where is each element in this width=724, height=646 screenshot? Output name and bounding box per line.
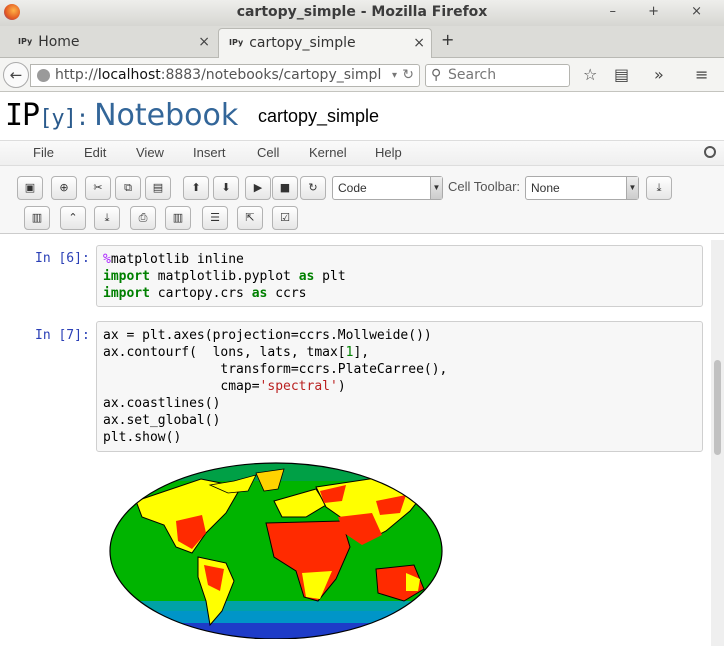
list-button[interactable]: ☰ [202,206,228,230]
code-cell[interactable]: %matplotlib inline import matplotlib.pyp… [96,245,703,307]
move-up-button[interactable]: ⬆ [183,176,209,200]
globe-icon [37,69,50,82]
menu-file[interactable]: File [33,145,54,160]
chart-button[interactable]: ▥ [24,206,50,230]
notebook-scrollbar[interactable] [711,240,724,646]
scrollbar-thumb[interactable] [714,360,721,455]
search-input[interactable]: ⚲ Search [425,64,570,87]
paste-button[interactable]: ▤ [145,176,171,200]
search-placeholder: Search [448,67,497,83]
menu-edit[interactable]: Edit [84,145,106,160]
reading-list-icon[interactable]: ▤ [614,65,629,84]
tab-label: cartopy_simple [249,35,356,51]
download-button[interactable]: ⤓ [646,176,672,200]
notebook-toolbar: ▣ ⊕ ✂ ⧉ ▤ ⬆ ⬇ ▶ ■ ↻ Code ▼ Cell Toolbar:… [0,166,724,234]
ipython-favicon: IPy [229,38,244,47]
logo-bracket: [y]: [39,106,89,131]
hamburger-menu-icon[interactable]: ≡ [695,65,708,84]
menu-insert[interactable]: Insert [193,145,226,160]
save-button[interactable]: ▣ [17,176,43,200]
window-titlebar: cartopy_simple - Mozilla Firefox – + × [0,0,724,26]
cut-button[interactable]: ✂ [85,176,111,200]
menu-cell[interactable]: Cell [257,145,279,160]
navigation-bar: ← http://localhost:8883/notebooks/cartop… [0,58,724,92]
insert-cell-button[interactable]: ⊕ [51,176,77,200]
notebook-menubar: File Edit View Insert Cell Kernel Help [0,140,724,166]
logo-ip: IP [5,98,40,133]
checkbox-button[interactable]: ☑ [272,206,298,230]
back-button[interactable]: ← [3,62,29,88]
new-tab-icon[interactable]: + [441,30,454,49]
reload-icon[interactable]: ↻ [402,65,414,86]
chart-view-button[interactable]: ▥ [165,206,191,230]
window-controls[interactable]: – + × [609,0,716,24]
chevron-down-icon: ▼ [626,177,638,199]
interrupt-kernel-button[interactable]: ■ [272,176,298,200]
chevron-down-icon: ▼ [430,177,442,199]
bookmark-star-icon[interactable]: ☆ [583,65,597,84]
copy-button[interactable]: ⧉ [115,176,141,200]
close-tab-icon[interactable]: × [413,29,425,57]
print-button[interactable]: ⎙ [130,206,156,230]
tab-label: Home [38,34,80,50]
logo-notebook-word: Notebook [94,98,239,133]
cell-type-select[interactable]: Code ▼ [332,176,443,200]
menu-kernel[interactable]: Kernel [309,145,347,160]
url-prefix: http:// [55,67,98,83]
input-prompt: In [7]: [35,328,90,343]
collapse-up-button[interactable]: ⌃ [60,206,86,230]
notebook-header: IP[y]: Notebook cartopy_simple [0,92,724,140]
code-cell[interactable]: ax = plt.axes(projection=ccrs.Mollweide(… [96,321,703,452]
notebook-name[interactable]: cartopy_simple [258,106,379,127]
url-bar[interactable]: http://localhost:8883/notebooks/cartopy_… [30,64,420,87]
notebook-area: In [6]: %matplotlib inline import matplo… [0,235,724,646]
search-icon: ⚲ [431,67,442,83]
url-dropdown-icon[interactable]: ▾ [392,65,397,86]
run-cell-button[interactable]: ▶ [245,176,271,200]
share-button[interactable]: ⇱ [237,206,263,230]
tab-home[interactable]: IPy Home × [8,28,216,58]
cell-type-value: Code [338,181,367,195]
firefox-icon [4,4,20,20]
cell-toolbar-label: Cell Toolbar: [448,179,521,194]
cell-toolbar-select[interactable]: None ▼ [525,176,639,200]
ipython-logo[interactable]: IP[y]: Notebook [5,98,238,133]
ipython-favicon: IPy [18,37,33,46]
cell-toolbar-value: None [531,181,560,195]
tab-bar: IPy Home × IPy cartopy_simple × [0,26,724,58]
mollweide-temperature-map [109,462,443,639]
input-prompt: In [6]: [35,251,90,266]
move-down-button[interactable]: ⬇ [213,176,239,200]
download-nb-button[interactable]: ⤓ [94,206,120,230]
kernel-status-icon [704,146,716,158]
menu-view[interactable]: View [136,145,164,160]
tab-cartopy-simple[interactable]: IPy cartopy_simple × [218,28,432,58]
window-title: cartopy_simple - Mozilla Firefox [236,4,488,20]
url-path: :8883/notebooks/cartopy_simpl [160,67,382,83]
restart-kernel-button[interactable]: ↻ [300,176,326,200]
close-tab-icon[interactable]: × [198,28,210,56]
overflow-chevron-icon[interactable]: » [654,65,664,84]
menu-help[interactable]: Help [375,145,402,160]
url-host: localhost [97,67,161,83]
